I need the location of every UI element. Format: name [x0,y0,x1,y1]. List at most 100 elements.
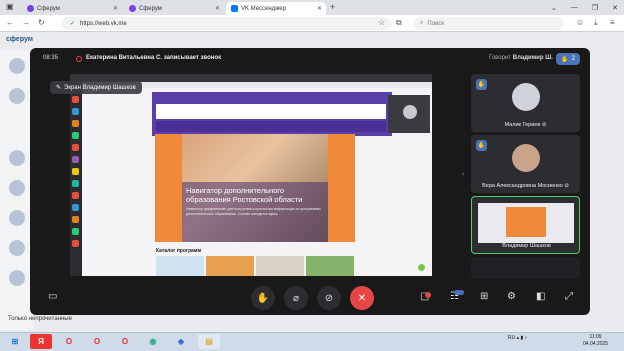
microphone-off-icon: ⊘ [541,122,547,128]
tab-list-icon[interactable]: ▣ [6,2,14,11]
participants-badge [454,290,464,295]
shared-app-icon [72,132,79,139]
participant-tile[interactable]: ✋ Малик Гериев ⊘ [471,74,580,132]
forward-icon[interactable]: → [22,18,30,27]
participant-name: Владимир Шашков [502,243,551,249]
collapse-panel-icon[interactable]: › [462,171,464,178]
yandex-icon[interactable]: Я [30,334,52,349]
participant-tile-active[interactable]: Владимир Шашков [471,196,580,254]
shared-app-icon [72,192,79,199]
microphone-off-icon: ⊘ [564,183,569,189]
participant-name: Малик Гериев ⊘ [504,122,547,128]
search-input[interactable]: ⌕ Поиск [414,17,564,30]
shared-app-icon [72,216,79,223]
sidebar-icon[interactable] [9,58,25,74]
fullscreen-icon[interactable]: ⤢ [565,291,573,302]
shared-banner-subtitle: Навигатор предназначен для получения и п… [186,207,321,216]
shared-catalog-heading: Каталог программ [156,248,202,254]
participant-screen-banner [506,207,546,237]
folder-icon[interactable]: ▤ [198,334,220,349]
close-tab-icon[interactable]: ✕ [215,5,220,12]
menu-icon[interactable]: ≡ [610,18,615,27]
app-icon[interactable]: ◆ [170,334,192,349]
shared-app-icon [72,240,79,247]
participant-tile[interactable]: ✋ Вера Александровна Мосиенко ⊘ [471,135,580,193]
close-tab-icon[interactable]: ✕ [317,5,322,12]
close-icon: ✕ [357,292,367,304]
bookmark-star-icon[interactable]: ☆ [378,18,385,27]
shared-catalog-thumb [306,256,354,276]
profile-icon[interactable]: ☺ [576,18,584,27]
close-window-button[interactable]: ✕ [612,4,618,12]
camera-button[interactable]: ⌀ [284,286,308,310]
shared-app-icon [72,204,79,211]
language-indicator[interactable]: RU [508,335,515,341]
raised-hand-icon: ✋ [476,140,487,151]
raised-hand-icon: ✋ [476,79,487,90]
new-tab-button[interactable]: + [330,2,335,12]
browser-tab-sferum-2[interactable]: Сферум ✕ [124,2,224,15]
shared-app-icon [72,108,79,115]
clock-date: 04.04.2025 [583,340,609,347]
microphone-button[interactable]: ⊘ [317,286,341,310]
shared-banner-title: Навигатор дополнительного образования Ро… [186,186,303,204]
presenter-label: ✎ Экран Владимир Шашков [50,81,142,94]
extensions-icon[interactable]: ⧉ [396,18,402,28]
system-tray: RU ▴ ▮ ♪ [508,335,527,341]
restore-button[interactable]: ❐ [592,4,598,12]
browser-tab-sferum-1[interactable]: Сферум ✕ [22,2,122,15]
shared-site-logo-bar [156,104,386,119]
sidebar-icon[interactable] [9,180,25,196]
shared-site-search [156,121,386,132]
grid-icon[interactable]: ⊞ [480,291,488,302]
minimize-button[interactable]: — [571,4,578,11]
shared-app-icon [72,168,79,175]
browser-tab-vk-messenger[interactable]: VK Мессенджер ✕ [226,2,326,15]
address-bar-row: ← → ↻ ✓ https://web.vk.me ☆ ⧉ ⌕ Поиск ☺ … [0,15,624,32]
back-icon[interactable]: ← [6,18,14,27]
end-call-button[interactable]: ✕ [350,286,374,310]
sidebar-icon[interactable] [9,150,25,166]
shared-catalog-thumb [156,256,204,276]
raise-hand-button[interactable]: ✋ [251,286,275,310]
chrome-icon[interactable]: ◉ [142,334,164,349]
browser-tab-bar: Сферум ✕ Сферум ✕ VK Мессенджер ✕ + ▣ [0,0,624,15]
taskbar-clock[interactable]: 11:09 04.04.2025 [583,334,608,347]
avatar [512,144,540,172]
sferum-icon [129,5,136,12]
screen-share-icon[interactable]: ▭ [48,291,57,302]
presenter-name: Экран Владимир Шашков [64,84,136,91]
raised-hands-button[interactable]: ✋ 2 [556,53,580,65]
opera-icon[interactable]: O [114,334,136,349]
only-unread-filter[interactable]: Только непрочитанные [8,316,72,322]
shared-app-icon [72,144,79,151]
sidebar-icon[interactable] [9,210,25,226]
close-tab-icon[interactable]: ✕ [113,5,118,12]
gear-icon[interactable]: ⚙ [507,291,516,302]
shared-app-icon [72,228,79,235]
chevron-down-icon[interactable]: ⌄ [551,4,557,12]
download-icon[interactable]: ⤓ [594,18,598,28]
sidebar-icon[interactable] [9,240,25,256]
help-icon [418,264,425,271]
tab-label: Сферум [37,5,60,12]
sferum-icon [27,5,34,12]
sidebar-icon[interactable] [9,88,25,104]
sidebar [0,50,34,330]
reload-icon[interactable]: ↻ [38,18,45,27]
active-speaker: Говорит Владимир Ш. [489,55,553,61]
url-input[interactable]: ✓ https://web.vk.me [62,17,392,30]
speaking-prefix: Говорит [489,55,512,61]
opera-icon[interactable]: O [86,334,108,349]
search-placeholder: Поиск [427,20,445,27]
sidebar-icon[interactable] [9,270,25,286]
sferum-logo[interactable]: сферум [6,36,33,43]
shared-catalog-thumb [206,256,254,276]
shared-pip-avatar [403,105,417,119]
participant-tile[interactable] [471,257,580,279]
start-button[interactable]: ⊞ [4,334,26,349]
opera-icon[interactable]: O [58,334,80,349]
pip-icon[interactable]: ◧ [536,291,545,302]
pin-icon[interactable]: ✎ [56,84,61,91]
avatar [512,83,540,111]
